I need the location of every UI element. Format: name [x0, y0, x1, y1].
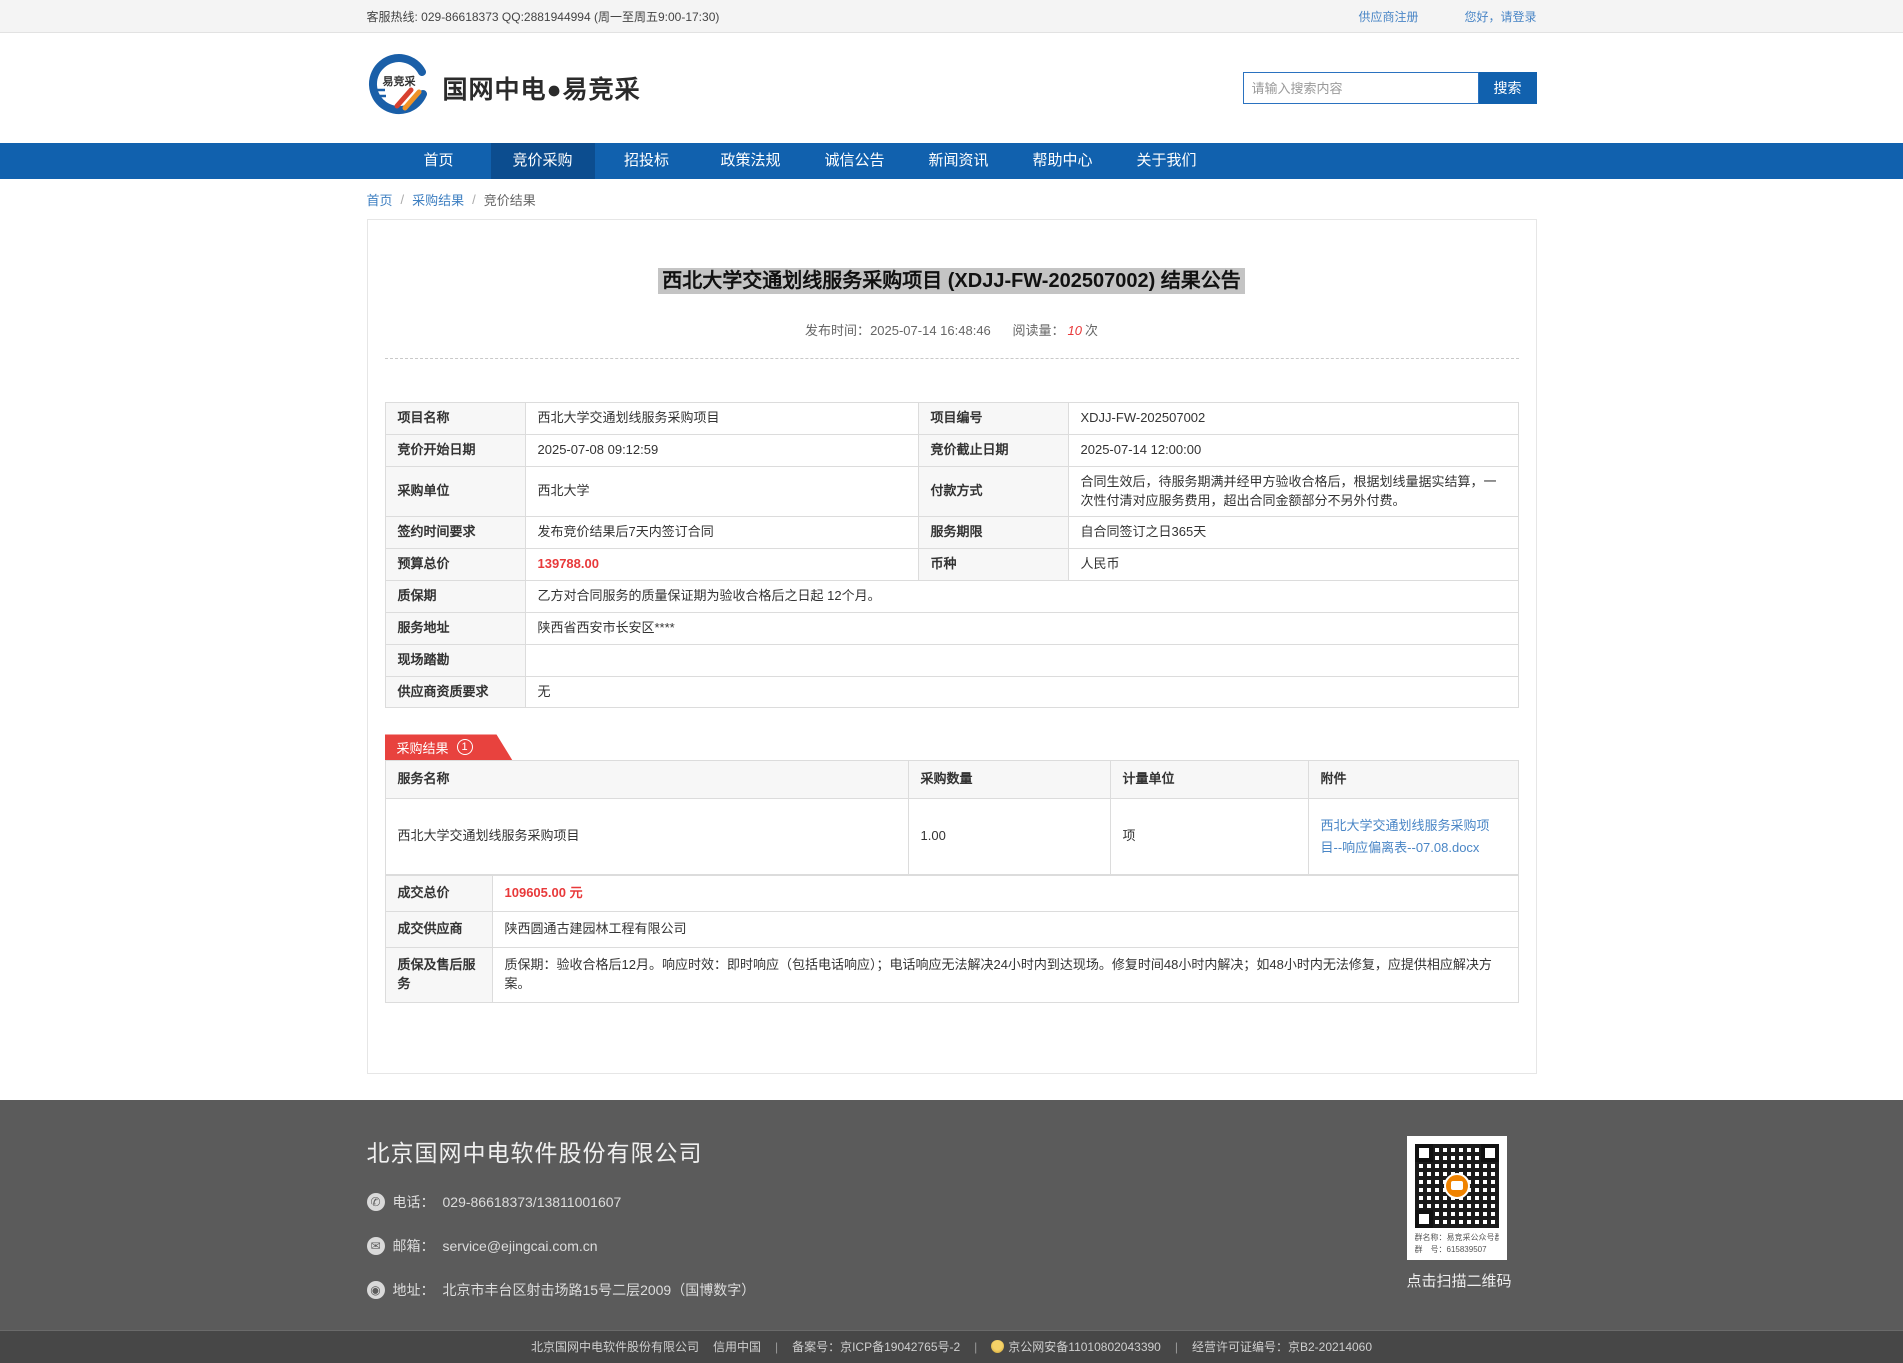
footer-email-label: 邮箱： — [393, 1236, 435, 1256]
site-name: 国网中电●易竞采 — [443, 70, 641, 106]
table-row: 供应商资质要求 无 — [385, 676, 1518, 708]
mail-icon: ✉ — [367, 1237, 385, 1255]
breadcrumb-home-link[interactable]: 首页 — [367, 190, 393, 209]
login-link[interactable]: 您好，请登录 — [1464, 8, 1536, 25]
breadcrumb-procurement-results-link[interactable]: 采购结果 — [412, 190, 464, 209]
qr-group-number: 群 号：615839507 — [1415, 1244, 1499, 1256]
nav-item-credit-notices[interactable]: 诚信公告 — [803, 143, 907, 179]
nav-item-bidding-procurement[interactable]: 竞价采购 — [491, 143, 595, 179]
table-row: 成交供应商 陕西圆通古建园林工程有限公司 — [385, 912, 1518, 948]
winning-supplier: 陕西圆通古建园林工程有限公司 — [492, 912, 1518, 948]
breadcrumb: 首页 / 采购结果 / 竞价结果 — [0, 179, 1903, 219]
result-count-badge: 1 — [457, 739, 473, 755]
qr-caption: 点击扫描二维码 — [1407, 1270, 1537, 1291]
table-header-row: 服务名称 采购数量 计量单位 附件 — [385, 761, 1518, 799]
police-record-link[interactable]: 京公网安备11010802043390 — [1008, 1338, 1161, 1355]
footer-info: 北京国网中电软件股份有限公司 ✆ 电话： 029-86618373/138110… — [367, 1134, 756, 1300]
footer-address-label: 地址： — [393, 1280, 435, 1300]
nav-item-policies[interactable]: 政策法规 — [699, 143, 803, 179]
unit-cell: 项 — [1110, 799, 1308, 875]
location-pin-icon: ◉ — [367, 1281, 385, 1299]
publish-time-label: 发布时间： — [805, 323, 870, 338]
site-search: 搜索 — [1243, 72, 1537, 104]
phone-icon: ✆ — [367, 1193, 385, 1211]
table-row: 现场踏勘 — [385, 644, 1518, 676]
announcement-panel: 西北大学交通划线服务采购项目 (XDJJ-FW-202507002) 结果公告 … — [367, 219, 1537, 1074]
warranty-service-terms: 质保期：验收合格后12月。响应时效：即时响应（包括电话响应）；电话响应无法解决2… — [492, 947, 1518, 1002]
search-input[interactable] — [1243, 72, 1479, 104]
business-license-number: 经营许可证编号：京B2-20214060 — [1192, 1338, 1372, 1355]
qr-code[interactable]: 群名称：易竞采公众号群 群 号：615839507 — [1407, 1136, 1507, 1260]
result-tag-label: 采购结果 — [397, 738, 449, 757]
publish-time-value: 2025-07-14 16:48:46 — [870, 323, 991, 338]
main-nav: 首页 竞价采购 招投标 政策法规 诚信公告 新闻资讯 帮助中心 关于我们 — [0, 143, 1903, 179]
article-meta: 发布时间：2025-07-14 16:48:46 阅读量：10 次 — [385, 320, 1519, 339]
qr-center-icon — [1444, 1173, 1470, 1199]
table-row: 质保期 乙方对合同服务的质量保证期为验收合格后之日起 12个月。 — [385, 581, 1518, 613]
table-row: 质保及售后服务 质保期：验收合格后12月。响应时效：即时响应（包括电话响应）；电… — [385, 947, 1518, 1002]
nav-item-news[interactable]: 新闻资讯 — [907, 143, 1011, 179]
icp-record-link[interactable]: 备案号：京ICP备19042765号-2 — [792, 1338, 960, 1355]
service-name-cell: 西北大学交通划线服务采购项目 — [385, 799, 908, 875]
table-row: 采购单位 西北大学 付款方式 合同生效后，待服务期满并经甲方验收合格后，根据划线… — [385, 466, 1518, 517]
breadcrumb-current: 竞价结果 — [484, 190, 536, 209]
supplier-register-link[interactable]: 供应商注册 — [1358, 8, 1418, 25]
credit-china-link[interactable]: 信用中国 — [713, 1338, 761, 1355]
quantity-cell: 1.00 — [908, 799, 1110, 875]
footer-address-value: 北京市丰台区射击场路15号二层2009（国博数字） — [443, 1280, 756, 1300]
nav-item-tenders[interactable]: 招投标 — [595, 143, 699, 179]
copyright-bar: 北京国网中电软件股份有限公司 信用中国 | 备案号：京ICP备19042765号… — [0, 1330, 1903, 1363]
procurement-result-tag: 采购结果 1 — [385, 734, 513, 760]
breadcrumb-separator: / — [472, 192, 476, 207]
nav-item-help-center[interactable]: 帮助中心 — [1011, 143, 1115, 179]
site-footer: 北京国网中电软件股份有限公司 ✆ 电话： 029-86618373/138110… — [0, 1100, 1903, 1330]
column-header-unit: 计量单位 — [1110, 761, 1308, 799]
qr-code-image — [1415, 1144, 1499, 1228]
views-unit: 次 — [1085, 323, 1098, 338]
table-row: 西北大学交通划线服务采购项目 1.00 项 西北大学交通划线服务采购项目--响应… — [385, 799, 1518, 875]
table-row: 预算总价 139788.00 币种 人民币 — [385, 549, 1518, 581]
procurement-result-table: 服务名称 采购数量 计量单位 附件 西北大学交通划线服务采购项目 1.00 项 … — [385, 760, 1519, 875]
budget-total-price: 139788.00 — [525, 549, 918, 581]
project-info-table: 项目名称 西北大学交通划线服务采购项目 项目编号 XDJJ-FW-2025070… — [385, 402, 1519, 708]
site-logo-icon: 易竞采 — [367, 54, 431, 123]
breadcrumb-separator: / — [401, 192, 405, 207]
police-badge-icon — [991, 1340, 1004, 1353]
attachment-cell: 西北大学交通划线服务采购项目--响应偏离表--07.08.docx — [1308, 799, 1518, 875]
column-header-quantity: 采购数量 — [908, 761, 1110, 799]
site-header: 易竞采 国网中电●易竞采 搜索 — [0, 33, 1903, 143]
table-row: 服务地址 陕西省西安市长安区**** — [385, 612, 1518, 644]
deal-summary-table: 成交总价 109605.00 元 成交供应商 陕西圆通古建园林工程有限公司 质保… — [385, 875, 1519, 1002]
table-row: 成交总价 109605.00 元 — [385, 876, 1518, 912]
table-row: 签约时间要求 发布竞价结果后7天内签订合同 服务期限 自合同签订之日365天 — [385, 517, 1518, 549]
bottombar-company: 北京国网中电软件股份有限公司 — [531, 1338, 699, 1355]
nav-item-home[interactable]: 首页 — [387, 143, 491, 179]
column-header-service-name: 服务名称 — [385, 761, 908, 799]
footer-phone-value: 029-86618373/13811001607 — [443, 1194, 622, 1210]
table-row: 竞价开始日期 2025-07-08 09:12:59 竞价截止日期 2025-0… — [385, 434, 1518, 466]
top-utility-bar: 客服热线: 029-86618373 QQ:2881944994 (周一至周五9… — [0, 0, 1903, 33]
dashed-divider — [385, 358, 1519, 359]
qr-group-name: 群名称：易竞采公众号群 — [1415, 1232, 1499, 1244]
table-row: 项目名称 西北大学交通划线服务采购项目 项目编号 XDJJ-FW-2025070… — [385, 403, 1518, 435]
attachment-download-link[interactable]: 西北大学交通划线服务采购项目--响应偏离表--07.08.docx — [1321, 815, 1506, 858]
nav-item-about-us[interactable]: 关于我们 — [1115, 143, 1219, 179]
page-title: 西北大学交通划线服务采购项目 (XDJJ-FW-202507002) 结果公告 — [385, 264, 1519, 293]
svg-text:易竞采: 易竞采 — [382, 74, 416, 88]
column-header-attachment: 附件 — [1308, 761, 1518, 799]
footer-phone-label: 电话： — [393, 1192, 435, 1212]
views-label: 阅读量： — [1012, 323, 1064, 338]
deal-total-price: 109605.00 元 — [492, 876, 1518, 912]
footer-company-name: 北京国网中电软件股份有限公司 — [367, 1134, 756, 1168]
service-hotline-text: 客服热线: 029-86618373 QQ:2881944994 (周一至周五9… — [367, 8, 720, 25]
footer-email-value: service@ejingcai.com.cn — [443, 1238, 598, 1254]
search-button[interactable]: 搜索 — [1479, 72, 1537, 104]
views-count: 10 — [1067, 323, 1081, 338]
brand: 易竞采 国网中电●易竞采 — [367, 54, 641, 123]
